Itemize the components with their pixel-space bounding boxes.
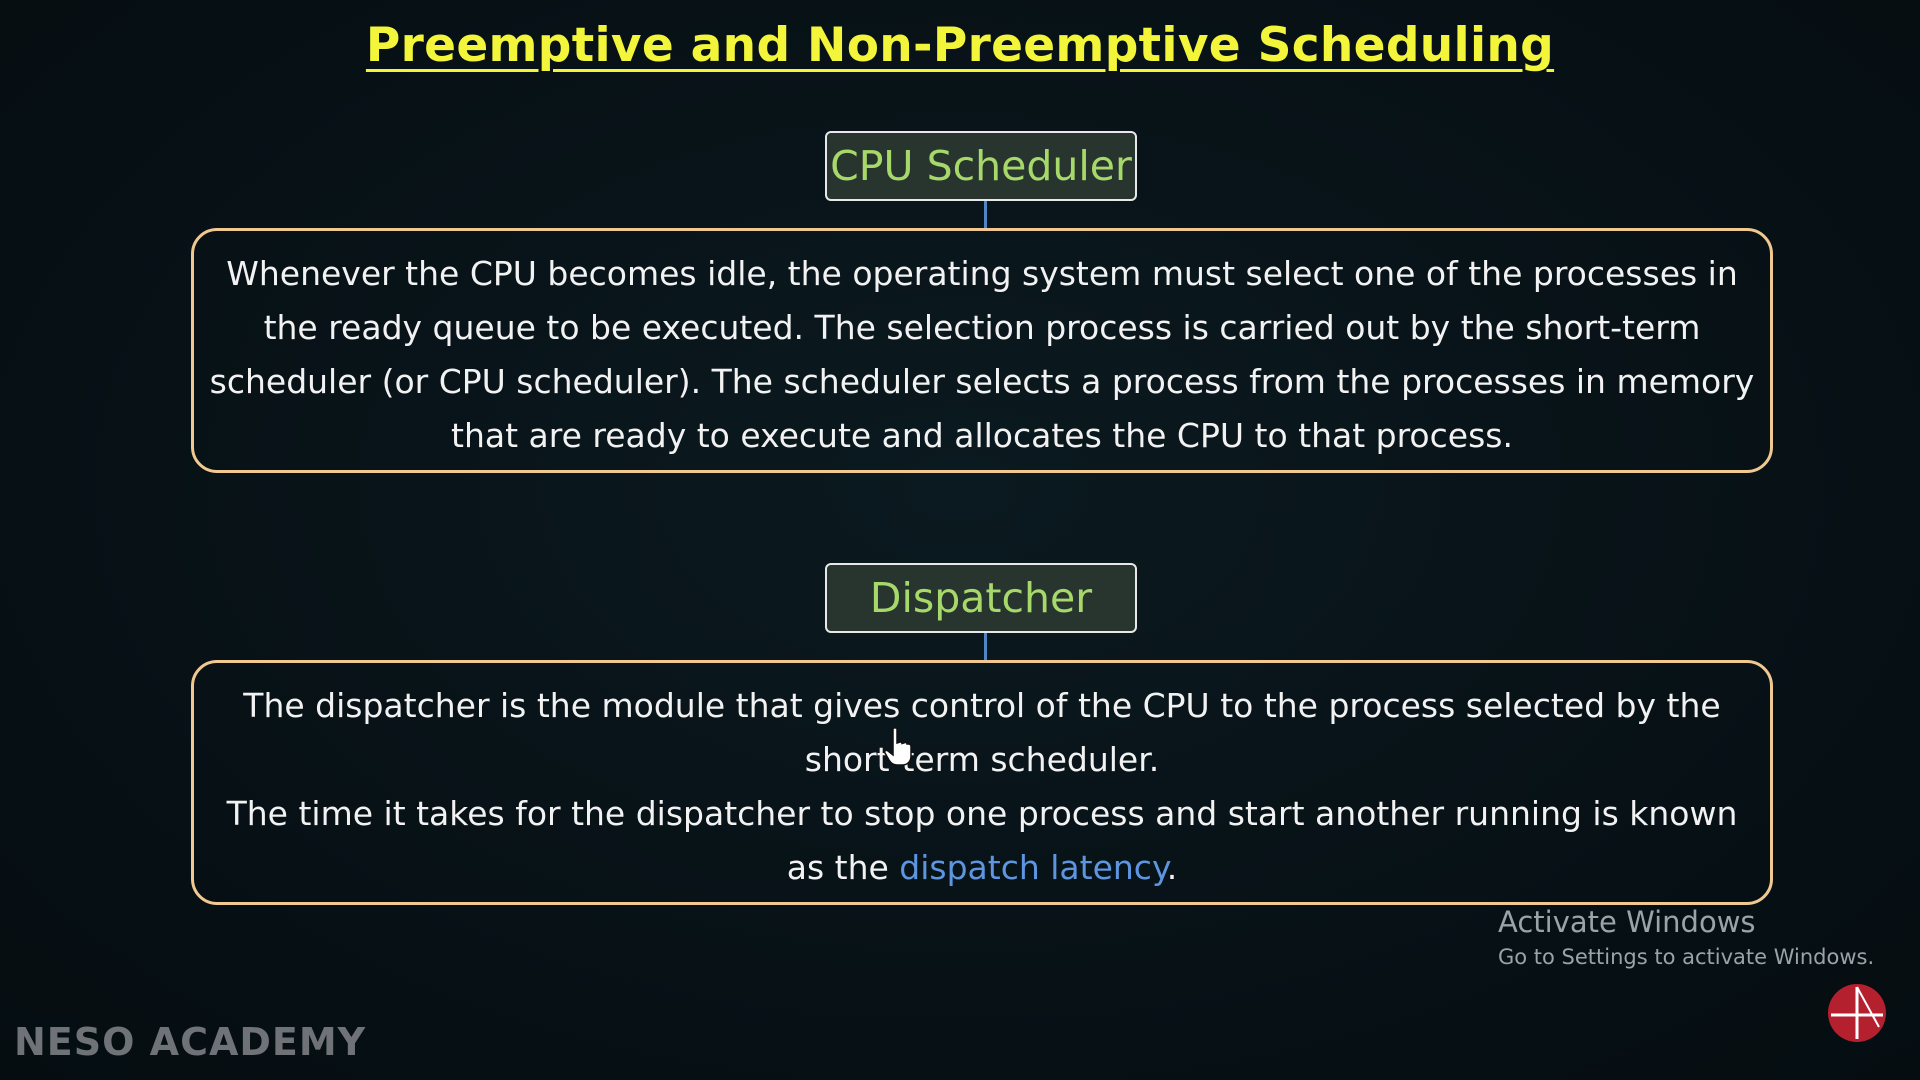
dispatch-latency-term: dispatch latency bbox=[899, 848, 1167, 887]
slide-title: Preemptive and Non-Preemptive Scheduling bbox=[365, 18, 1555, 73]
dispatcher-description-2: The time it takes for the dispatcher to … bbox=[208, 787, 1756, 895]
slide: Preemptive and Non-Preemptive Scheduling… bbox=[0, 0, 1920, 1080]
cpu-scheduler-label: CPU Scheduler bbox=[825, 131, 1137, 201]
hand-pointer-cursor-icon bbox=[884, 727, 912, 766]
cpu-scheduler-label-text: CPU Scheduler bbox=[830, 142, 1132, 190]
cpu-scheduler-description: Whenever the CPU becomes idle, the opera… bbox=[209, 254, 1755, 455]
dispatcher-description-2-end: . bbox=[1166, 848, 1178, 887]
cpu-scheduler-connector bbox=[984, 201, 987, 229]
dispatcher-description-1: The dispatcher is the module that gives … bbox=[243, 686, 1721, 779]
cpu-scheduler-description-box: Whenever the CPU becomes idle, the opera… bbox=[191, 228, 1773, 473]
activate-windows-title: Activate Windows bbox=[1498, 905, 1756, 939]
dispatcher-label: Dispatcher bbox=[825, 563, 1137, 633]
neso-academy-logo-icon bbox=[1828, 984, 1886, 1042]
dispatcher-label-text: Dispatcher bbox=[869, 574, 1093, 622]
activate-windows-subtitle: Go to Settings to activate Windows. bbox=[1498, 945, 1875, 969]
brand-name: NESO ACADEMY bbox=[14, 1020, 367, 1064]
dispatcher-connector bbox=[984, 633, 987, 661]
dispatcher-description-box: The dispatcher is the module that gives … bbox=[191, 660, 1773, 905]
